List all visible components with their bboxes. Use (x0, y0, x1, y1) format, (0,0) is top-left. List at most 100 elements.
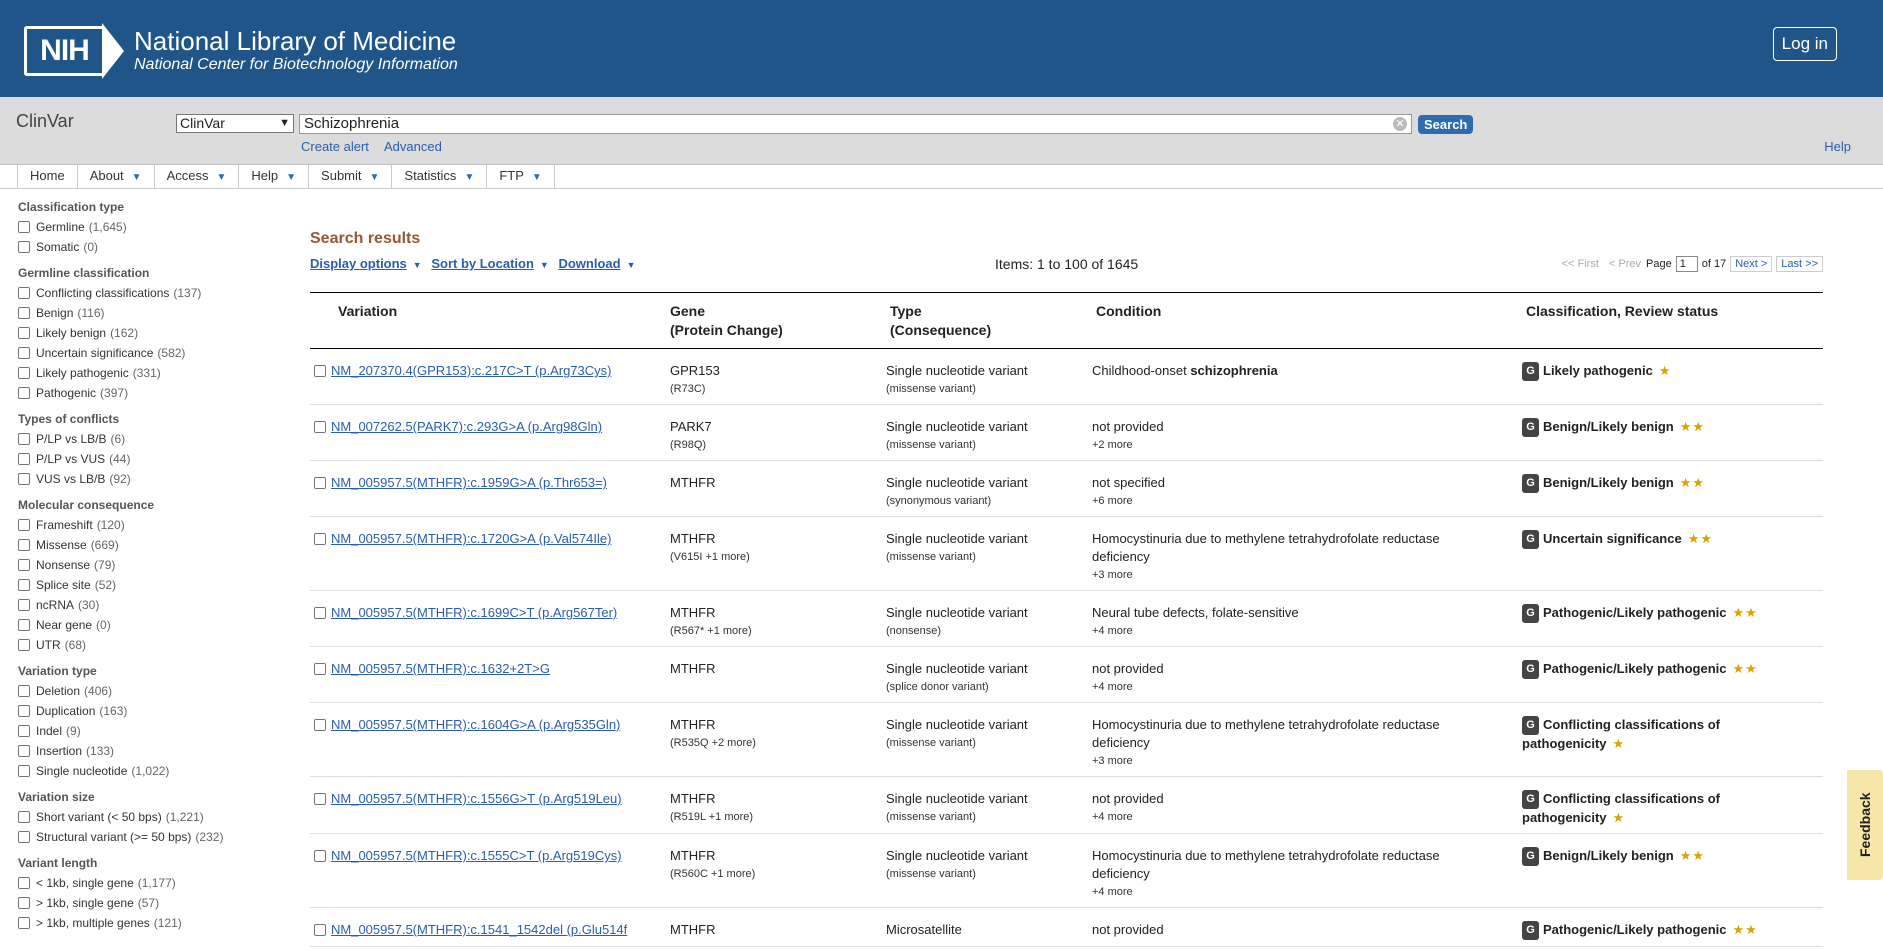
filter-checkbox[interactable] (18, 307, 30, 319)
nav-access[interactable]: Access ▼ (153, 165, 239, 188)
filter-item[interactable]: > 1kb, multiple genes (121) (18, 913, 288, 933)
condition-more[interactable]: +4 more (1092, 678, 1462, 696)
filter-checkbox[interactable] (18, 287, 30, 299)
filter-checkbox[interactable] (18, 685, 30, 697)
condition-more[interactable]: +4 more (1092, 883, 1462, 901)
filter-item[interactable]: VUS vs LB/B (92) (18, 469, 288, 489)
variation-link[interactable]: NM_005957.5(MTHFR):c.1720G>A (p.Val574Il… (331, 531, 611, 546)
filter-checkbox[interactable] (18, 387, 30, 399)
gene-name[interactable]: MTHFR (670, 530, 886, 548)
row-checkbox[interactable] (314, 924, 326, 936)
gene-name[interactable]: MTHFR (670, 716, 886, 734)
filter-item[interactable]: Benign (116) (18, 303, 288, 323)
filter-item[interactable]: Conflicting classifications (137) (18, 283, 288, 303)
database-select[interactable]: ClinVar ▼ (176, 114, 294, 133)
filter-checkbox[interactable] (18, 559, 30, 571)
variation-link[interactable]: NM_005957.5(MTHFR):c.1604G>A (p.Arg535Gl… (331, 717, 620, 732)
gene-name[interactable]: MTHFR (670, 474, 886, 492)
filter-item[interactable]: Pathogenic (397) (18, 383, 288, 403)
filter-checkbox[interactable] (18, 327, 30, 339)
filter-checkbox[interactable] (18, 705, 30, 717)
filter-item[interactable]: Uncertain significance (582) (18, 343, 288, 363)
filter-checkbox[interactable] (18, 745, 30, 757)
nih-logo[interactable]: NIH National Library of Medicine Nationa… (24, 23, 458, 79)
filter-checkbox[interactable] (18, 811, 30, 823)
filter-checkbox[interactable] (18, 599, 30, 611)
filter-checkbox[interactable] (18, 473, 30, 485)
row-checkbox[interactable] (314, 663, 326, 675)
row-checkbox[interactable] (314, 533, 326, 545)
nav-home[interactable]: Home (17, 165, 77, 188)
condition-more[interactable]: +6 more (1092, 492, 1462, 510)
row-checkbox[interactable] (314, 365, 326, 377)
filter-checkbox[interactable] (18, 579, 30, 591)
create-alert-link[interactable]: Create alert (301, 139, 369, 154)
download-link[interactable]: Download (558, 256, 620, 271)
filter-item[interactable]: Duplication (163) (18, 701, 288, 721)
row-checkbox[interactable] (314, 793, 326, 805)
filter-item[interactable]: Likely benign (162) (18, 323, 288, 343)
condition-more[interactable]: +4 more (1092, 622, 1462, 640)
condition-more[interactable]: +2 more (1092, 436, 1462, 454)
variation-link[interactable]: NM_005957.5(MTHFR):c.1632+2T>G (331, 661, 550, 676)
row-checkbox[interactable] (314, 719, 326, 731)
row-checkbox[interactable] (314, 421, 326, 433)
filter-checkbox[interactable] (18, 453, 30, 465)
sort-link[interactable]: Sort by Location (431, 256, 534, 271)
display-options-link[interactable]: Display options (310, 256, 407, 271)
login-button[interactable]: Log in (1772, 27, 1837, 61)
nav-submit[interactable]: Submit ▼ (308, 165, 391, 188)
filter-checkbox[interactable] (18, 367, 30, 379)
variation-link[interactable]: NM_005957.5(MTHFR):c.1555C>T (p.Arg519Cy… (331, 848, 622, 863)
clear-icon[interactable]: ✕ (1393, 117, 1407, 131)
gene-name[interactable]: MTHFR (670, 921, 886, 939)
filter-item[interactable]: Short variant (< 50 bps) (1,221) (18, 807, 288, 827)
variation-link[interactable]: NM_005957.5(MTHFR):c.1556G>T (p.Arg519Le… (331, 791, 622, 806)
page-input[interactable]: 1 (1675, 256, 1698, 272)
condition-more[interactable]: +3 more (1092, 752, 1462, 770)
gene-name[interactable]: MTHFR (670, 604, 886, 622)
gene-name[interactable]: GPR153 (670, 362, 886, 380)
search-input[interactable]: Schizophrenia ✕ (299, 114, 1412, 134)
feedback-tab[interactable]: Feedback (1847, 770, 1883, 880)
filter-checkbox[interactable] (18, 917, 30, 929)
filter-item[interactable]: P/LP vs LB/B (6) (18, 429, 288, 449)
filter-item[interactable]: Missense (669) (18, 535, 288, 555)
gene-name[interactable]: MTHFR (670, 790, 886, 808)
filter-checkbox[interactable] (18, 433, 30, 445)
filter-item[interactable]: Structural variant (>= 50 bps) (232) (18, 827, 288, 847)
gene-name[interactable]: MTHFR (670, 847, 886, 865)
search-button[interactable]: Search (1418, 115, 1474, 134)
condition-more[interactable]: +4 more (1092, 808, 1462, 826)
filter-item[interactable]: > 1kb, single gene (57) (18, 893, 288, 913)
filter-checkbox[interactable] (18, 725, 30, 737)
filter-item[interactable]: Indel (9) (18, 721, 288, 741)
variation-link[interactable]: NM_005957.5(MTHFR):c.1959G>A (p.Thr653=) (331, 475, 607, 490)
filter-checkbox[interactable] (18, 897, 30, 909)
filter-checkbox[interactable] (18, 241, 30, 253)
filter-item[interactable]: Splice site (52) (18, 575, 288, 595)
gene-name[interactable]: MTHFR (670, 660, 886, 678)
filter-item[interactable]: ncRNA (30) (18, 595, 288, 615)
filter-item[interactable]: < 1kb, single gene (1,177) (18, 873, 288, 893)
filter-checkbox[interactable] (18, 519, 30, 531)
row-checkbox[interactable] (314, 850, 326, 862)
filter-checkbox[interactable] (18, 619, 30, 631)
filter-checkbox[interactable] (18, 539, 30, 551)
filter-item[interactable]: Insertion (133) (18, 741, 288, 761)
filter-item[interactable]: Single nucleotide (1,022) (18, 761, 288, 781)
variation-link[interactable]: NM_005957.5(MTHFR):c.1699C>T (p.Arg567Te… (331, 605, 617, 620)
filter-checkbox[interactable] (18, 221, 30, 233)
nav-help[interactable]: Help ▼ (238, 165, 308, 188)
filter-item[interactable]: Deletion (406) (18, 681, 288, 701)
filter-item[interactable]: Somatic (0) (18, 237, 288, 257)
nav-about[interactable]: About ▼ (76, 165, 154, 188)
row-checkbox[interactable] (314, 607, 326, 619)
help-link[interactable]: Help (1824, 139, 1851, 154)
nav-statistics[interactable]: Statistics ▼ (391, 165, 486, 188)
filter-checkbox[interactable] (18, 831, 30, 843)
condition-more[interactable]: +3 more (1092, 566, 1462, 584)
last-page-link[interactable]: Last >> (1776, 256, 1823, 272)
variation-link[interactable]: NM_005957.5(MTHFR):c.1541_1542del (p.Glu… (331, 922, 627, 937)
variation-link[interactable]: NM_207370.4(GPR153):c.217C>T (p.Arg73Cys… (331, 363, 611, 378)
